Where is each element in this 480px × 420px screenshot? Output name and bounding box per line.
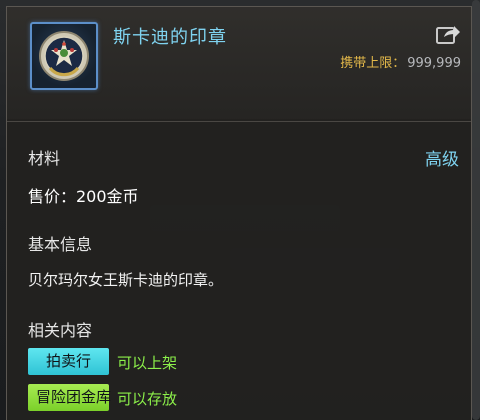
- item-description: 贝尔玛尔女王斯卡迪的印章。: [28, 271, 224, 289]
- share-icon[interactable]: [435, 23, 461, 45]
- basic-info-title: 基本信息: [28, 235, 93, 254]
- background-edge: [472, 0, 480, 420]
- carry-limit-value: 999,999: [407, 56, 461, 71]
- adventure-guild-vault-tag[interactable]: 冒险团金库: [28, 384, 111, 411]
- item-icon-slot: [30, 22, 98, 90]
- item-tooltip-panel: 斯卡迪的印章 携带上限： 999,999 材料 高级 售价：200金币 基本信息 …: [6, 6, 472, 420]
- guild-vault-note: 可以存放: [117, 390, 178, 408]
- seal-medallion-icon: [39, 31, 89, 81]
- carry-limit-label: 携带上限：: [340, 56, 406, 71]
- game-screen: 斯卡迪的印章 携带上限： 999,999 材料 高级 售价：200金币 基本信息 …: [0, 0, 480, 420]
- related-content-title: 相关内容: [28, 321, 93, 340]
- auction-house-tag[interactable]: 拍卖行: [28, 348, 109, 375]
- carry-limit: 携带上限： 999,999: [340, 52, 461, 71]
- item-grade: 高级: [425, 150, 459, 170]
- item-price: 售价：200金币: [28, 187, 139, 206]
- item-type: 材料: [28, 149, 61, 168]
- auction-house-note: 可以上架: [117, 354, 178, 372]
- tooltip-header: 斯卡迪的印章 携带上限： 999,999: [7, 7, 471, 119]
- header-divider: [7, 121, 471, 122]
- item-name: 斯卡迪的印章: [113, 27, 227, 48]
